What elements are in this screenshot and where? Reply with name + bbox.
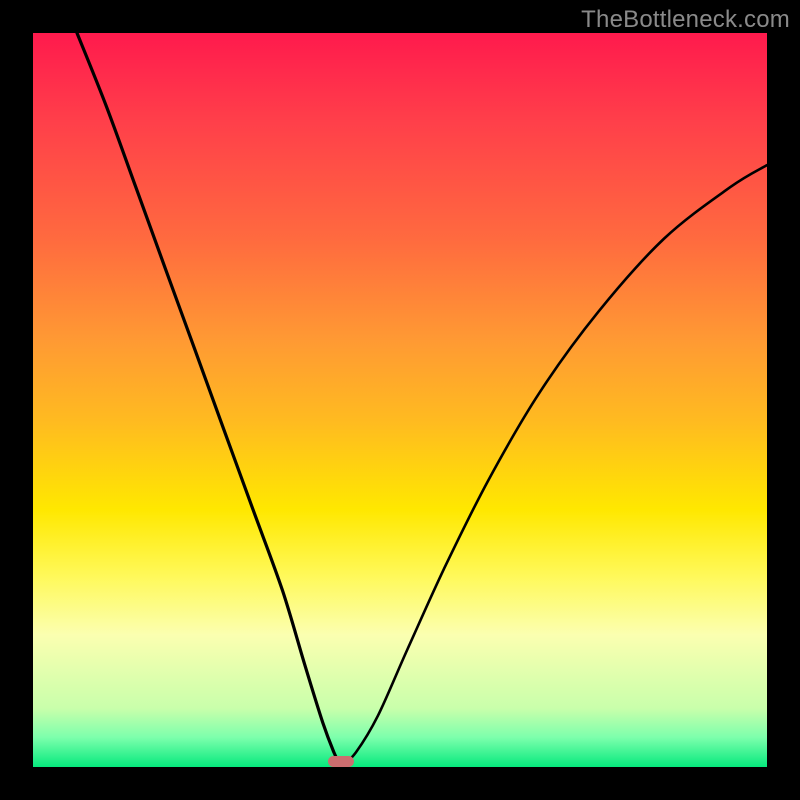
curve-left-branch	[77, 33, 341, 767]
bottleneck-marker	[328, 756, 354, 767]
plot-area	[33, 33, 767, 767]
bottleneck-curve	[33, 33, 767, 767]
chart-frame: TheBottleneck.com	[0, 0, 800, 800]
watermark-text: TheBottleneck.com	[581, 6, 790, 34]
curve-right-branch	[341, 165, 767, 767]
